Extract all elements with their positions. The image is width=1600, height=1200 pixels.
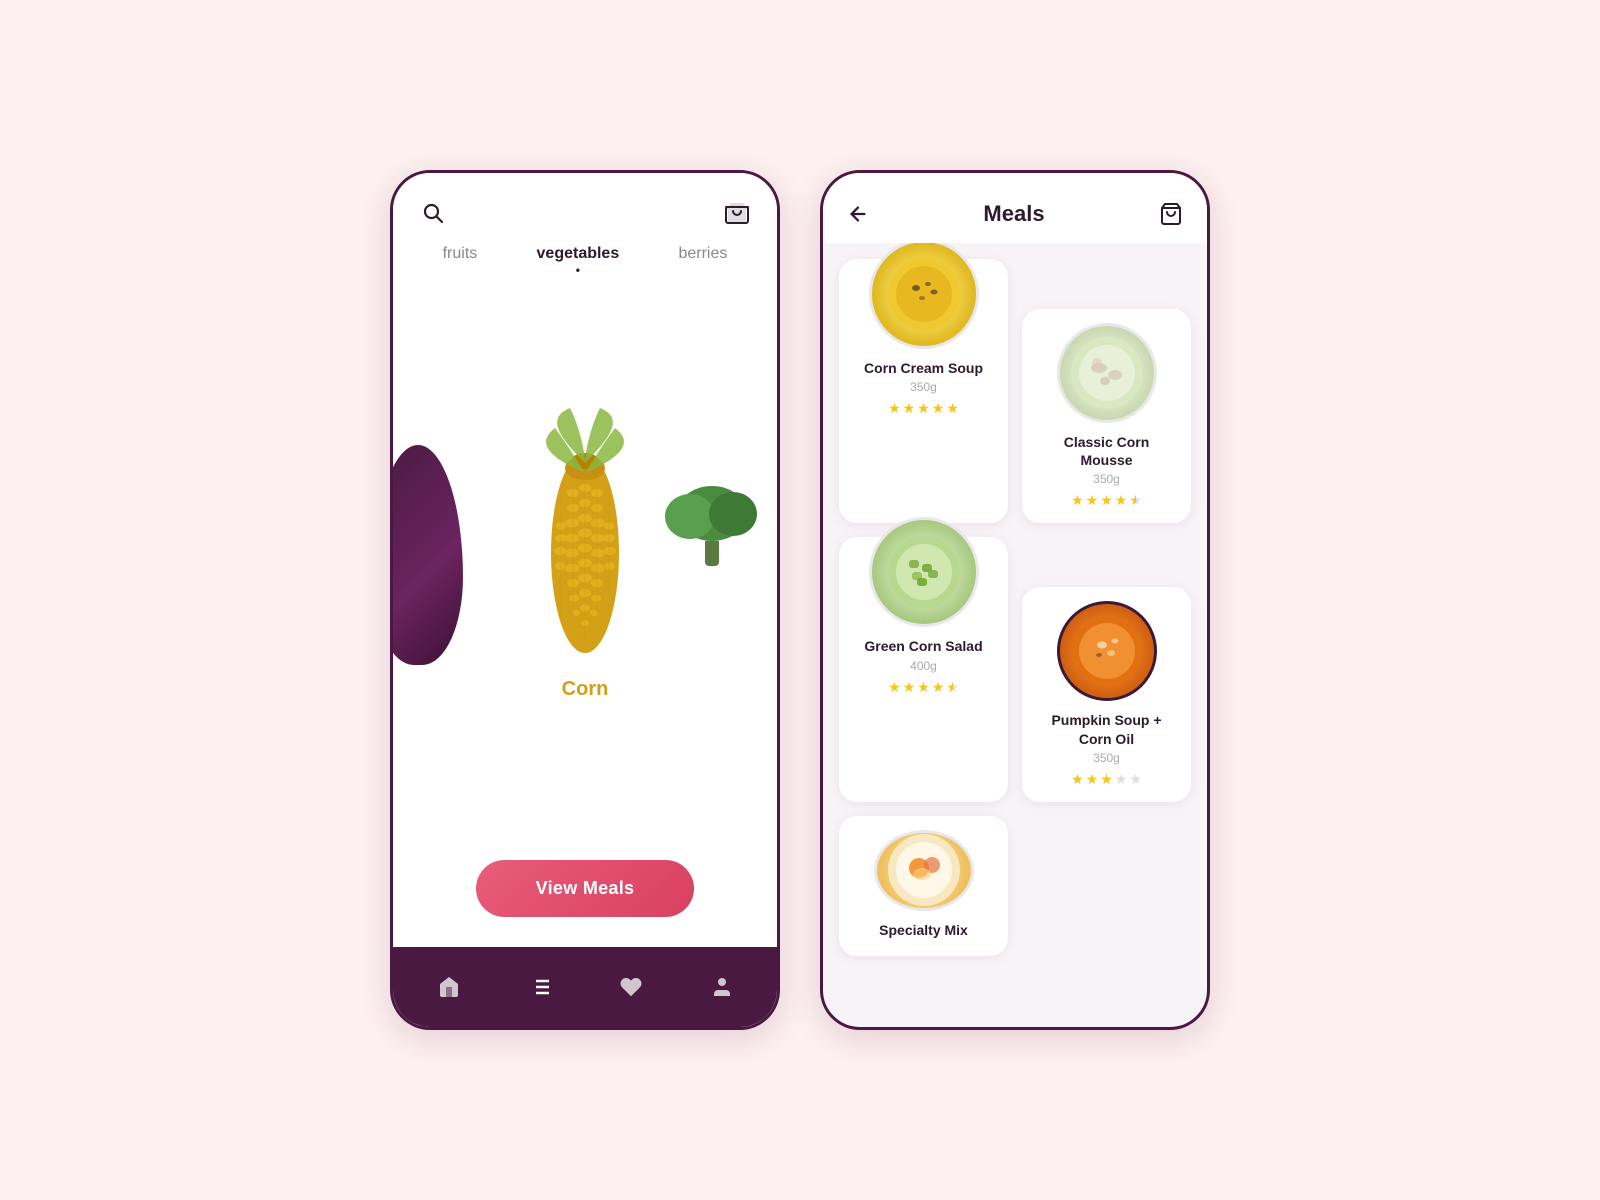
eggplant-decoration [393, 445, 463, 665]
meal-weight-1: 350g [1093, 472, 1120, 486]
meal-name-4: Specialty Mix [879, 921, 968, 939]
meal-image-specialty-mix [874, 830, 974, 911]
nav-profile[interactable] [702, 967, 742, 1007]
meal-card-pumpkin-soup[interactable]: Pumpkin Soup + Corn Oil 350g ★ ★ ★ ★ ★ [1022, 587, 1191, 801]
view-meals-button[interactable]: View Meals [476, 860, 695, 917]
nav-list[interactable] [520, 967, 560, 1007]
cart-button-right[interactable] [1159, 202, 1183, 226]
meal-name-0: Corn Cream Soup [864, 359, 983, 377]
meal-image-classic-corn-mousse [1057, 323, 1157, 423]
meal-stars-1: ★ ★ ★ ★ ★ ★ [1071, 492, 1142, 509]
meal-card-corn-cream-soup[interactable]: Corn Cream Soup 350g ★ ★ ★ ★ ★ [839, 259, 1008, 523]
meal-stars-3: ★ ★ ★ ★ ★ [1071, 771, 1142, 788]
meal-weight-3: 350g [1093, 751, 1120, 765]
corn-image [530, 408, 640, 668]
right-phone: Meals Corn Cream Soup [820, 170, 1210, 1030]
meal-stars-2: ★ ★ ★ ★ ★ ★ [888, 679, 959, 696]
meal-image-pumpkin-soup [1057, 601, 1157, 701]
category-tabs: fruits vegetables berries [393, 237, 777, 269]
meal-card-classic-corn-mousse[interactable]: Classic Corn Mousse 350g ★ ★ ★ ★ ★ ★ [1022, 309, 1191, 523]
tab-vegetables[interactable]: vegetables [537, 245, 620, 269]
meal-stars-0: ★ ★ ★ ★ ★ [888, 400, 959, 417]
meal-weight-0: 350g [910, 380, 937, 394]
meal-card-specialty-mix[interactable]: Specialty Mix [839, 816, 1008, 956]
nav-favorites[interactable] [611, 967, 651, 1007]
featured-item-name: Corn [562, 678, 609, 701]
meals-grid: Corn Cream Soup 350g ★ ★ ★ ★ ★ [823, 243, 1207, 1027]
page-title: Meals [983, 201, 1044, 227]
left-phone: fruits vegetables berries [390, 170, 780, 1030]
cart-button[interactable] [725, 201, 749, 225]
veggie-scene: Corn [393, 269, 777, 840]
bottom-navigation [393, 947, 777, 1027]
search-button[interactable] [421, 201, 445, 225]
tab-berries[interactable]: berries [678, 245, 727, 269]
meal-name-2: Green Corn Salad [864, 637, 982, 655]
meal-card-green-corn-salad[interactable]: Green Corn Salad 400g ★ ★ ★ ★ ★ ★ [839, 537, 1008, 801]
tab-fruits[interactable]: fruits [443, 245, 478, 269]
left-phone-body: fruits vegetables berries [393, 173, 777, 947]
nav-home[interactable] [429, 967, 469, 1007]
meal-name-1: Classic Corn Mousse [1036, 433, 1177, 469]
meal-image-corn-cream-soup [869, 243, 979, 349]
left-header [393, 173, 777, 237]
grid-spacer [1022, 816, 1191, 956]
corn-featured: Corn [530, 408, 640, 701]
meal-weight-2: 400g [910, 659, 937, 673]
right-header: Meals [823, 173, 1207, 243]
broccoli-decoration [677, 486, 747, 566]
back-button[interactable] [847, 203, 869, 225]
meal-name-3: Pumpkin Soup + Corn Oil [1036, 711, 1177, 747]
meal-image-green-corn-salad [869, 517, 979, 627]
